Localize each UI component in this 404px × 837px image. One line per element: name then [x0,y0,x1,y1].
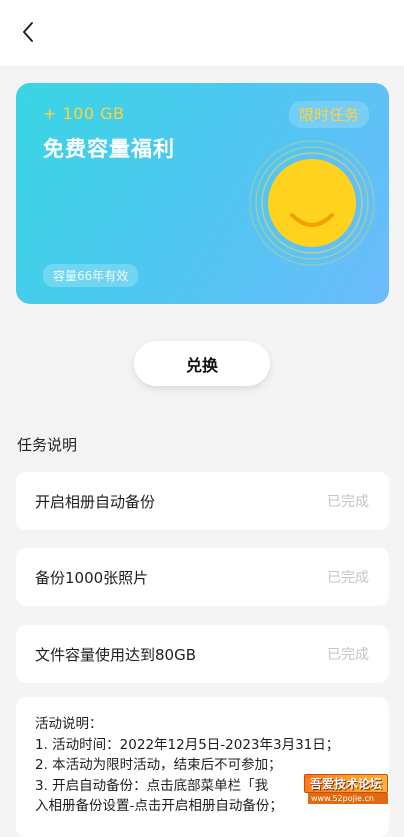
notes-line: 活动说明： [35,716,103,732]
task-label: 文件容量使用达到80GB [35,645,197,664]
task-item-storage-usage[interactable]: 文件容量使用达到80GB 已完成 [16,625,389,683]
smiley-face-icon [240,123,389,273]
task-status: 已完成 [327,647,369,663]
back-button[interactable] [14,18,42,46]
validity-badge: 容量66年有效 [43,264,139,287]
reward-card: + 100 GB 免费容量福利 限时任务 容量66年有效 [16,83,389,304]
notes-line: 1. 活动时间：2022年12月5日-2023年3月31日； [35,736,340,753]
task-label: 开启相册自动备份 [35,492,156,511]
task-item-backup-photos[interactable]: 备份1000张照片 已完成 [16,548,389,606]
task-section-title: 任务说明 [17,436,78,454]
watermark-url: www.52pojie.cn [308,793,388,804]
task-item-album-backup[interactable]: 开启相册自动备份 已完成 [16,472,389,530]
capacity-amount: + 100 GB [43,104,125,123]
exchange-button[interactable]: 兑换 [134,341,270,386]
activity-notes: 活动说明： 1. 活动时间：2022年12月5日-2023年3月31日； 2. … [16,697,389,837]
reward-title: 免费容量福利 [43,137,175,161]
chevron-left-icon [23,22,33,42]
top-bar [0,0,404,66]
task-label: 备份1000张照片 [35,568,149,587]
notes-line: 2. 本活动为限时活动，结束后不可参加； [35,757,282,773]
task-status: 已完成 [327,494,369,510]
watermark-text: 吾爱技术论坛 [304,774,388,793]
task-status: 已完成 [327,570,369,586]
forum-watermark-logo: 吾爱技术论坛 www.52pojie.cn [304,774,388,804]
